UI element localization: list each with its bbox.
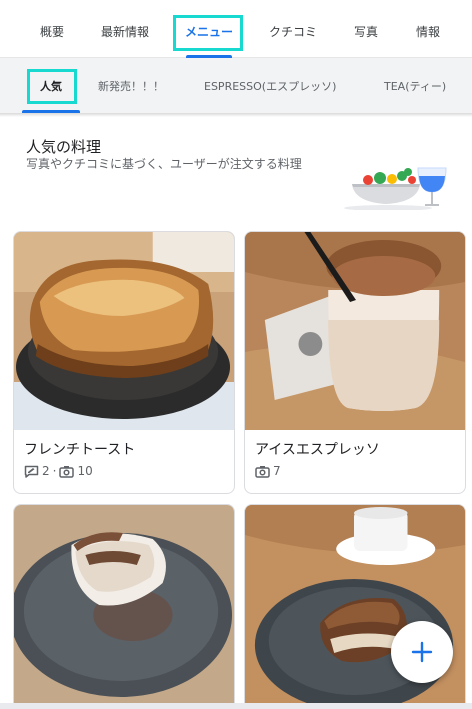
category-bar-shadow bbox=[0, 113, 472, 117]
tab-latest[interactable]: 最新情報 bbox=[96, 14, 154, 50]
photo-count: 10 bbox=[77, 464, 93, 478]
tab-photos[interactable]: 写真 bbox=[346, 14, 386, 50]
tab-overview[interactable]: 概要 bbox=[30, 14, 74, 50]
tab-reviews[interactable]: クチコミ bbox=[262, 14, 324, 50]
add-photo-button[interactable] bbox=[391, 621, 453, 683]
category-new[interactable]: 新発売！！！ bbox=[98, 72, 164, 102]
dish-stats: 7 bbox=[255, 464, 281, 478]
food-illustration-icon bbox=[344, 167, 447, 210]
dish-name: アイスエスプレッソ bbox=[255, 442, 380, 458]
dish-card[interactable] bbox=[13, 504, 235, 709]
french-toast-photo bbox=[14, 232, 234, 430]
category-popular[interactable]: 人気 bbox=[40, 72, 62, 102]
dish-name: フレンチトースト bbox=[24, 442, 136, 458]
dish-card[interactable]: アイスエスプレッソ 7 bbox=[244, 231, 466, 494]
bottom-edge bbox=[0, 703, 472, 709]
category-espresso[interactable]: ESPRESSO(エスプレッソ) bbox=[204, 72, 336, 102]
camera-icon bbox=[255, 465, 270, 478]
tab-menu[interactable]: メニュー bbox=[178, 14, 240, 50]
camera-icon bbox=[59, 465, 75, 478]
dish-stats: 2 · 10 bbox=[24, 464, 93, 478]
review-icon bbox=[24, 465, 39, 478]
section-title: 人気の料理 bbox=[26, 138, 102, 156]
tiramisu-photo bbox=[14, 505, 234, 709]
plus-icon bbox=[411, 641, 433, 663]
section-description: 写真やクチコミに基づく、ユーザーが注文する料理 bbox=[26, 157, 302, 171]
tab-about[interactable]: 情報 bbox=[408, 14, 448, 50]
top-tab-bar: 概要 最新情報 メニュー クチコミ 写真 情報 bbox=[0, 0, 472, 58]
dish-card[interactable]: フレンチトースト 2 · 10 bbox=[13, 231, 235, 494]
photo-count: 7 bbox=[273, 464, 281, 478]
stat-separator: · bbox=[52, 464, 57, 478]
iced-espresso-photo bbox=[245, 232, 465, 430]
category-tea[interactable]: TEA(ティー) bbox=[384, 72, 446, 102]
review-count: 2 bbox=[42, 464, 50, 478]
menu-category-bar: 人気 新発売！！！ ESPRESSO(エスプレッソ) TEA(ティー) bbox=[0, 58, 472, 116]
